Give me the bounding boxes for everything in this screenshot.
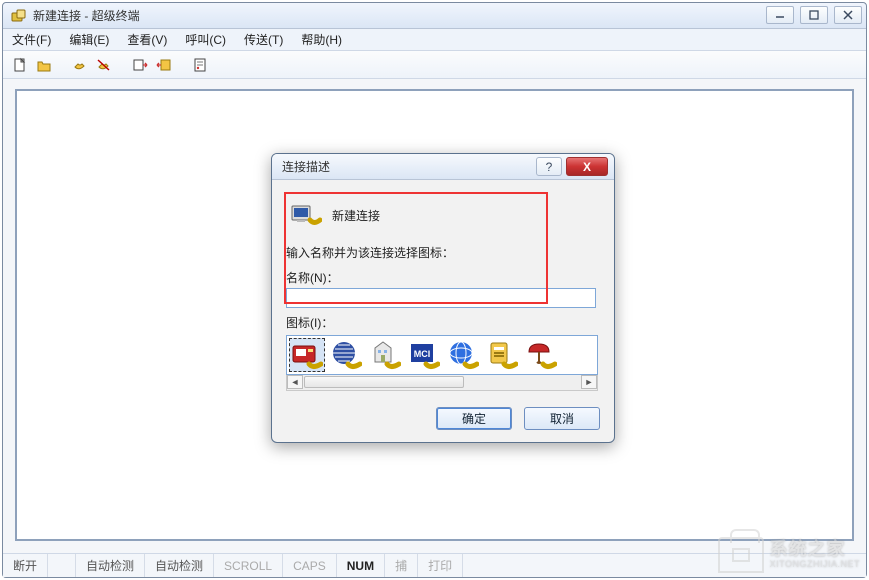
menu-view[interactable]: 查看(V) (118, 28, 176, 51)
main-window: 新建连接 - 超级终端 文件(F) 编辑(E) 查看(V) 呼叫(C) 传送(T… (2, 2, 867, 578)
status-caps: CAPS (283, 554, 337, 577)
maximize-button[interactable] (800, 6, 828, 24)
icon-picker-scrollbar[interactable]: ◄ ► (286, 375, 598, 391)
dialog-body: 新建连接 输入名称并为该连接选择图标： 名称(N)： 图标(I)： MCI (272, 180, 614, 391)
dialog-title: 连接描述 (282, 158, 330, 175)
new-connection-icon (290, 202, 322, 228)
receive-icon[interactable] (153, 54, 175, 76)
status-detect-2: 自动检测 (145, 554, 214, 577)
icon-option-0[interactable] (289, 338, 325, 372)
dialog-instruction: 输入名称并为该连接选择图标： (286, 244, 600, 261)
svg-text:MCI: MCI (414, 349, 431, 359)
menu-transfer[interactable]: 传送(T) (235, 28, 292, 51)
scroll-right-button[interactable]: ► (581, 375, 597, 389)
scroll-thumb[interactable] (304, 376, 464, 388)
icon-picker[interactable]: MCI (286, 335, 598, 375)
menu-help[interactable]: 帮助(H) (292, 28, 351, 51)
scroll-left-button[interactable]: ◄ (287, 375, 303, 389)
name-field-label: 名称(N)： (286, 269, 600, 286)
menu-call[interactable]: 呼叫(C) (176, 28, 235, 51)
icon-option-2[interactable] (367, 338, 403, 372)
send-icon[interactable] (129, 54, 151, 76)
status-connection: 断开 (3, 554, 48, 577)
status-bar: 断开 自动检测 自动检测 SCROLL CAPS NUM 捕 打印 (3, 553, 866, 577)
status-num: NUM (337, 554, 385, 577)
close-button[interactable] (834, 6, 862, 24)
status-print: 打印 (418, 554, 463, 577)
status-capture: 捕 (385, 554, 418, 577)
status-detect-1: 自动检测 (76, 554, 145, 577)
connection-description-dialog: 连接描述 ? X 新建连接 输入名称并为该连接选择图标： (271, 153, 615, 443)
phone-connect-icon[interactable] (69, 54, 91, 76)
window-caption-buttons (766, 6, 862, 24)
ok-button[interactable]: 确定 (436, 407, 512, 430)
dialog-close-button[interactable]: X (566, 157, 608, 176)
status-scroll: SCROLL (214, 554, 283, 577)
icon-option-5[interactable] (484, 338, 520, 372)
dialog-title-bar[interactable]: 连接描述 ? X (272, 154, 614, 180)
icon-option-1[interactable] (328, 338, 364, 372)
app-icon (11, 8, 27, 24)
icon-picker-label: 图标(I)： (286, 314, 600, 331)
phone-disconnect-icon[interactable] (93, 54, 115, 76)
menu-file[interactable]: 文件(F) (3, 28, 60, 51)
cancel-button[interactable]: 取消 (524, 407, 600, 430)
window-title: 新建连接 - 超级终端 (33, 7, 140, 24)
minimize-button[interactable] (766, 6, 794, 24)
icon-option-3[interactable]: MCI (406, 338, 442, 372)
new-file-icon[interactable] (9, 54, 31, 76)
toolbar (3, 51, 866, 79)
dialog-help-button[interactable]: ? (536, 157, 562, 176)
title-bar[interactable]: 新建连接 - 超级终端 (3, 3, 866, 29)
properties-icon[interactable] (189, 54, 211, 76)
icon-option-6[interactable] (523, 338, 559, 372)
open-folder-icon[interactable] (33, 54, 55, 76)
dialog-button-row: 确定 取消 (436, 407, 600, 430)
menu-bar: 文件(F) 编辑(E) 查看(V) 呼叫(C) 传送(T) 帮助(H) (3, 29, 866, 51)
icon-option-4[interactable] (445, 338, 481, 372)
dialog-heading: 新建连接 (332, 207, 380, 224)
menu-edit[interactable]: 编辑(E) (60, 28, 118, 51)
connection-name-input[interactable] (286, 288, 596, 308)
